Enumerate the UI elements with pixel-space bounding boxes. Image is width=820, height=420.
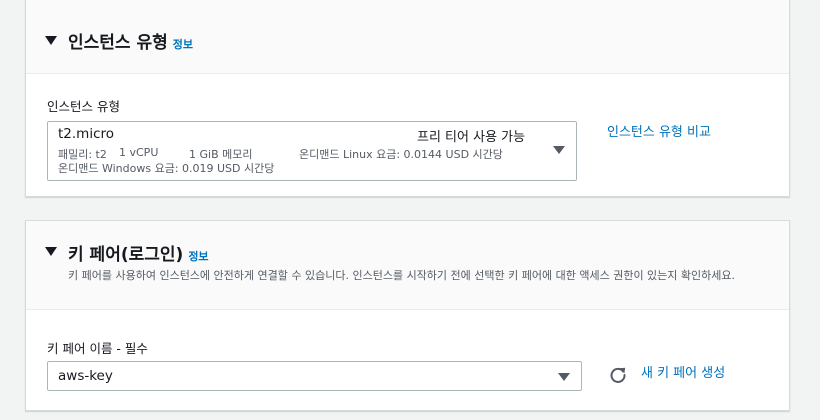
instance-type-select[interactable]: t2.micro 프리 티어 사용 가능 패밀리: t2 1 vCPU 1 Gi… xyxy=(47,121,577,181)
instance-vcpu: 1 vCPU xyxy=(119,146,159,159)
key-pair-description: 키 페어를 사용하여 인스턴스에 안전하게 연결할 수 있습니다. 인스턴스를 … xyxy=(68,269,736,282)
key-pair-name-label: 키 페어 이름 - 필수 xyxy=(47,341,148,356)
instance-type-field-label: 인스턴스 유형 xyxy=(47,99,120,114)
key-pair-selected-value: aws-key xyxy=(58,368,113,384)
instance-type-title: 인스턴스 유형 정보 xyxy=(68,28,193,53)
instance-type-info-link[interactable]: 정보 xyxy=(173,38,193,51)
key-pair-info-link[interactable]: 정보 xyxy=(188,250,208,263)
collapse-caret-icon[interactable] xyxy=(45,36,57,45)
linux-price: 온디맨드 Linux 요금: 0.0144 USD 시간당 xyxy=(299,148,503,161)
key-pair-title-text: 키 페어(로그인) xyxy=(68,245,184,265)
instance-type-panel: 인스턴스 유형 정보 인스턴스 유형 t2.micro 프리 티어 사용 가능 패… xyxy=(25,0,790,197)
key-pair-panel: 키 페어(로그인) 정보 키 페어를 사용하여 인스턴스에 안전하게 연결할 수 … xyxy=(25,220,790,411)
windows-price: 온디맨드 Windows 요금: 0.019 USD 시간당 xyxy=(58,162,275,175)
refresh-icon[interactable] xyxy=(609,366,627,384)
key-pair-panel-header: 키 페어(로그인) 정보 키 페어를 사용하여 인스턴스에 안전하게 연결할 수 … xyxy=(26,221,789,310)
collapse-caret-icon[interactable] xyxy=(45,247,57,256)
dropdown-arrow-icon[interactable] xyxy=(558,373,570,381)
compare-instance-types-link[interactable]: 인스턴스 유형 비교 xyxy=(607,121,711,140)
key-pair-title: 키 페어(로그인) 정보 xyxy=(68,240,209,265)
dropdown-arrow-icon[interactable] xyxy=(553,146,565,154)
instance-type-panel-header: 인스턴스 유형 정보 xyxy=(26,0,789,74)
key-pair-select[interactable]: aws-key xyxy=(47,361,582,391)
create-key-pair-link[interactable]: 새 키 페어 생성 xyxy=(641,362,725,381)
instance-type-name: t2.micro xyxy=(58,126,115,142)
free-tier-badge: 프리 티어 사용 가능 xyxy=(417,130,526,145)
instance-type-title-text: 인스턴스 유형 xyxy=(68,33,168,53)
